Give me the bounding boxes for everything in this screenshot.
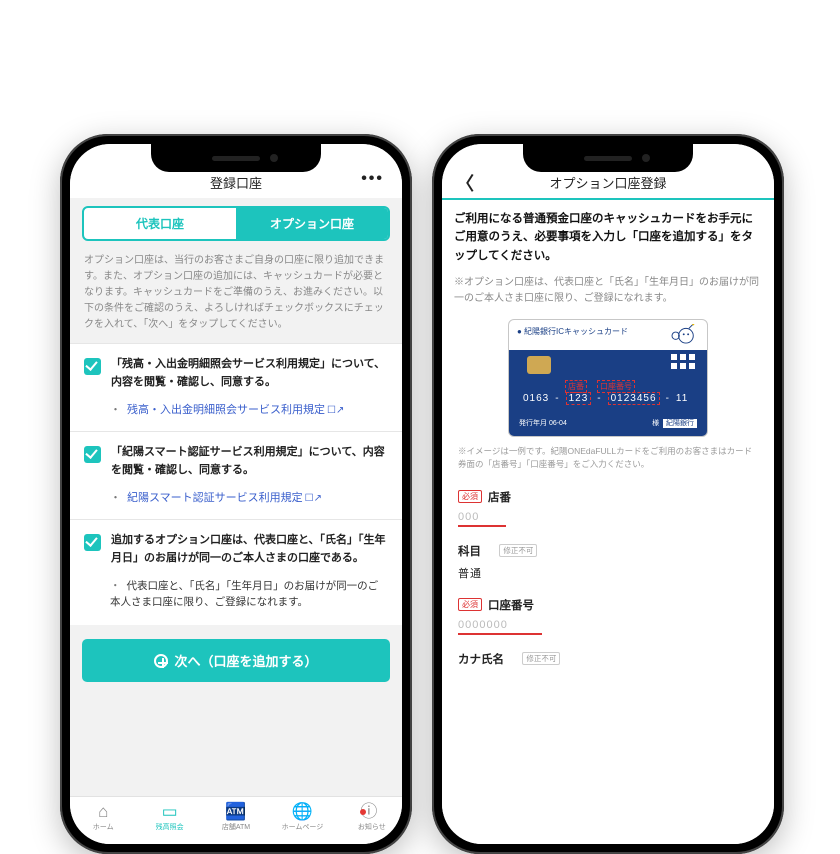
note-text: ※オプション口座は、代表口座と「氏名」「生年月日」のお届けが同一のご本人さま口座… (442, 265, 774, 313)
segmented-tabs: 代表口座 オプション口座 (82, 206, 390, 241)
sameperson-label: 追加するオプション口座は、代表口座と、「氏名」「生年月日」のお届けが同一のご本人… (111, 532, 388, 567)
notch (151, 144, 321, 172)
intro-text: ご利用になる普通預金口座のキャッシュカードをお手元にご用意のうえ、必要事項を入力… (442, 210, 774, 265)
intro-text: オプション口座は、当行のお客さまご自身の口座に限り追加できます。また、オプション… (70, 249, 402, 343)
card-brand: ● 紀陽銀行ICキャッシュカード (517, 326, 628, 337)
input-underline (458, 525, 506, 527)
info-icon: ⓘ (336, 803, 402, 820)
tab-atm[interactable]: 🏧店舗ATM (203, 797, 269, 844)
screen: 登録口座 ••• 代表口座 オプション口座 オプション口座は、当行のお客さまご自… (70, 144, 402, 844)
card-sample: ● 紀陽銀行ICキャッシュカード 店番 口座番号 0163-123-012345… (508, 319, 708, 437)
acct-input[interactable]: 0000000 (458, 619, 758, 631)
tab-news[interactable]: ⓘお知らせ (336, 797, 402, 844)
tab-home[interactable]: ⌂ホーム (70, 797, 136, 844)
pixel-deco (671, 354, 695, 369)
back-icon[interactable]: 〈 (456, 170, 474, 196)
terms1-label: 「残高・入出金明細照会サービス利用規定」について、内容を閲覧・確認し、同意する。 (111, 356, 388, 391)
phone-right: 〈 オプション口座登録 ご利用になる普通預金口座のキャッシュカードをお手元にご用… (432, 134, 784, 854)
required-badge: 必須 (458, 490, 482, 503)
card-icon: ▭ (136, 803, 202, 820)
tab-option[interactable]: オプション口座 (236, 208, 388, 239)
terms1-link[interactable]: ・残高・入出金明細照会サービス利用規定☐↗ (84, 401, 388, 417)
terms2-label: 「紀陽スマート認証サービス利用規定」について、内容を閲覧・確認し、同意する。 (111, 444, 388, 479)
nav-title: オプション口座登録 (549, 173, 666, 192)
nav-title: 登録口座 (210, 173, 262, 192)
external-link-icon: ☐↗ (327, 405, 344, 416)
home-icon: ⌂ (70, 803, 136, 820)
atm-icon: 🏧 (203, 803, 269, 820)
agree-row-2: 「紀陽スマート認証サービス利用規定」について、内容を閲覧・確認し、同意する。 ・… (70, 431, 402, 519)
field-branch: 必須店番 000 (442, 481, 774, 535)
sameperson-note: ・代表口座と、「氏名」「生年月日」のお届けが同一のご本人さま口座に限り、ご登録に… (84, 578, 388, 612)
plus-icon (154, 654, 168, 668)
accent-line (442, 198, 774, 200)
agree-row-3: 追加するオプション口座は、代表口座と、「氏名」「生年月日」のお届けが同一のご本人… (70, 519, 402, 625)
phone-left: 登録口座 ••• 代表口座 オプション口座 オプション口座は、当行のお客さまご自… (60, 134, 412, 854)
screen: 〈 オプション口座登録 ご利用になる普通預金口座のキャッシュカードをお手元にご用… (442, 144, 774, 844)
type-value: 普通 (458, 565, 758, 581)
tab-balance[interactable]: ▭残高照会 (136, 797, 202, 844)
checkbox-terms1[interactable] (84, 358, 101, 375)
mascot-icon (667, 324, 699, 346)
field-type: 科目 修正不可 普通 (442, 535, 774, 589)
terms2-link[interactable]: ・紀陽スマート認証サービス利用規定☐↗ (84, 489, 388, 505)
checkbox-sameperson[interactable] (84, 534, 101, 551)
field-acct: 必須口座番号 0000000 (442, 589, 774, 643)
globe-icon: 🌐 (269, 803, 335, 820)
badge-dot (360, 809, 366, 815)
readonly-badge: 修正不可 (522, 652, 560, 665)
checkbox-terms2[interactable] (84, 446, 101, 463)
card-caption: ※イメージは一例です。紀陽ONEdaFULLカードをご利用のお客さまはカード券面… (442, 445, 774, 481)
readonly-badge: 修正不可 (499, 544, 537, 557)
field-kana: カナ氏名 修正不可 (442, 643, 774, 675)
tab-main[interactable]: 代表口座 (84, 208, 236, 239)
notch (523, 144, 693, 172)
bottom-tabbar: ⌂ホーム ▭残高照会 🏧店舗ATM 🌐ホームページ ⓘお知らせ (70, 796, 402, 844)
more-icon[interactable]: ••• (361, 170, 384, 188)
branch-input[interactable]: 000 (458, 511, 758, 523)
chip-icon (527, 356, 551, 374)
tab-homepage[interactable]: 🌐ホームページ (269, 797, 335, 844)
next-button[interactable]: 次へ（口座を追加する） (82, 639, 390, 682)
external-link-icon: ☐↗ (305, 493, 322, 504)
required-badge: 必須 (458, 598, 482, 611)
input-underline (458, 633, 542, 635)
agree-row-1: 「残高・入出金明細照会サービス利用規定」について、内容を閲覧・確認し、同意する。… (70, 343, 402, 431)
